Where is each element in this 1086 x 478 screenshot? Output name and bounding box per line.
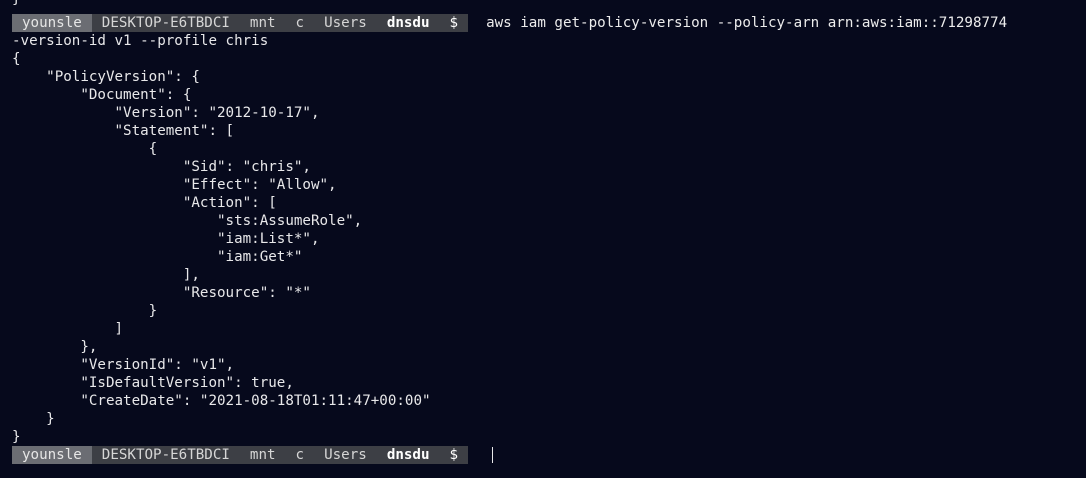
prompt-path-dnsdu: dnsdu [376,14,440,32]
output-line: } [12,429,21,445]
prompt-symbol: $ [439,446,469,464]
output-line: { [12,141,158,157]
output-line: ] [12,321,124,337]
prompt-path-c: c [285,14,315,32]
output-line: "Effect": "Allow", [12,177,337,193]
output-line: "Resource": "*" [12,285,311,301]
command-wrap-line: -version-id v1 --profile chris [12,33,269,49]
terminal-window[interactable]: } younsle DESKTOP-E6TBDCI mnt c Users dn… [0,0,1086,478]
prompt-path-mnt: mnt [239,14,286,32]
output-line: "Statement": [ [12,123,235,139]
prompt-path-dnsdu: dnsdu [376,446,440,464]
output-line: "sts:AssumeRole", [12,213,363,229]
output-line: "Version": "2012-10-17", [12,105,320,121]
prompt-host: DESKTOP-E6TBDCI [91,446,240,464]
output-line: "VersionId": "v1", [12,357,235,373]
previous-output-line: } [12,0,21,8]
prompt-path-users: Users [314,446,377,464]
prompt-user: younsle [12,14,92,32]
prompt-line-2[interactable]: younsle DESKTOP-E6TBDCI mnt c Users dnsd… [12,446,494,464]
output-line: "iam:List*", [12,231,320,247]
output-line: "IsDefaultVersion": true, [12,375,294,391]
output-line: { [12,51,21,67]
output-line: } [12,303,158,319]
output-line: }, [12,339,98,355]
output-line: "Sid": "chris", [12,159,311,175]
prompt-path-c: c [285,446,315,464]
prompt-symbol: $ [439,14,469,32]
output-line: "Document": { [12,87,192,103]
output-line: "PolicyVersion": { [12,69,200,85]
command-text: aws iam get-policy-version --policy-arn … [486,15,1008,31]
output-line: "CreateDate": "2021-08-18T01:11:47+00:00… [12,393,431,409]
prompt-path-users: Users [314,14,377,32]
text-cursor[interactable] [492,447,494,463]
prompt-user: younsle [12,446,92,464]
output-line: } [12,411,55,427]
output-line: "Action": [ [12,195,277,211]
prompt-line-1: younsle DESKTOP-E6TBDCI mnt c Users dnsd… [12,14,1007,32]
output-line: "iam:Get*" [12,249,303,265]
prompt-host: DESKTOP-E6TBDCI [91,14,240,32]
output-line: ], [12,267,200,283]
prompt-path-mnt: mnt [239,446,286,464]
